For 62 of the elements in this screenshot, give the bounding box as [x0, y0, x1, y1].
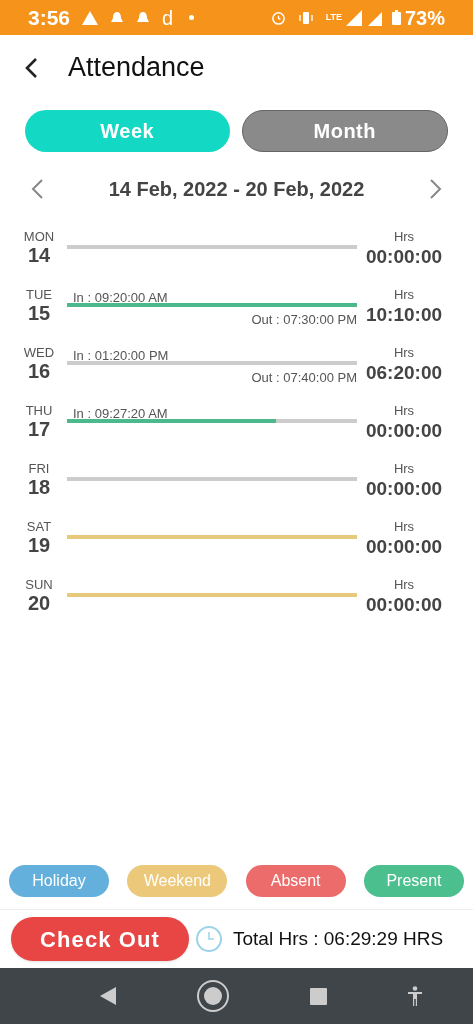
warning-icon	[82, 10, 99, 25]
lte-label: LTE	[325, 13, 342, 22]
dot-icon	[189, 15, 195, 20]
home-icon[interactable]	[196, 979, 230, 1013]
hours-value: 00:00:00	[365, 246, 443, 267]
next-icon[interactable]	[429, 178, 443, 200]
day-name: SUN	[25, 576, 53, 592]
battery-icon	[391, 10, 401, 25]
check-in-time: In : 09:20:00 AM	[73, 290, 168, 305]
day-date: 19	[27, 533, 51, 556]
signal-icon	[345, 9, 362, 26]
hours-label: Hrs	[393, 460, 415, 479]
hours-label: Hrs	[393, 576, 415, 595]
legend-chip: Weekend	[127, 865, 228, 897]
hours-value: 00:00:00	[365, 420, 443, 441]
check-out-time: Out : 07:30:00 PM	[251, 311, 357, 325]
bell-icon	[136, 10, 151, 25]
legend-chip: Absent	[245, 865, 346, 897]
hours-label: Hrs	[393, 228, 415, 247]
legend-chip: Present	[364, 865, 464, 897]
accessibility-icon[interactable]	[407, 986, 423, 1006]
day-date: 15	[27, 301, 51, 324]
check-in-time: In : 01:20:00 PM	[73, 348, 169, 363]
date-range: 14 Feb, 2022 - 20 Feb, 2022	[108, 177, 365, 202]
day-date: 20	[27, 591, 51, 614]
hours-value: 00:00:00	[365, 478, 443, 499]
check-out-time: Out : 07:40:00 PM	[251, 369, 357, 383]
app-letter: d	[162, 5, 174, 31]
check-in-time: In : 09:27:20 AM	[73, 406, 168, 421]
hours-value: 00:00:00	[365, 536, 443, 557]
clock-icon	[195, 925, 223, 953]
day-name: TUE	[26, 286, 52, 302]
hours-value: 10:10:00	[365, 304, 443, 325]
day-name: THU	[25, 402, 53, 418]
tab[interactable]: Month	[241, 110, 448, 152]
alarm-icon	[270, 10, 286, 25]
hours-label: Hrs	[393, 402, 415, 421]
page-title: Attendance	[68, 51, 205, 85]
hours-label: Hrs	[393, 344, 415, 363]
day-name: FRI	[28, 460, 50, 476]
hours-value: 06:20:00	[365, 362, 443, 383]
total-hours: Total Hrs : 06:29:29 HRS	[233, 926, 444, 951]
day-name: WED	[23, 344, 55, 360]
battery-percent: 73%	[404, 5, 445, 31]
hours-label: Hrs	[393, 518, 415, 537]
day-date: 17	[27, 417, 51, 440]
bell-icon	[110, 10, 125, 25]
day-name: SAT	[26, 518, 52, 534]
day-date: 14	[27, 243, 51, 266]
day-date: 16	[27, 359, 51, 382]
check-out-button[interactable]: Check Out	[11, 917, 189, 961]
legend-chip: Holiday	[9, 865, 109, 897]
status-time: 3:56	[28, 4, 71, 31]
tab[interactable]: Week	[25, 110, 230, 152]
recents-icon[interactable]	[310, 987, 327, 1005]
hours-value: 00:00:00	[365, 594, 443, 615]
previous-icon[interactable]	[30, 178, 44, 200]
hours-label: Hrs	[393, 286, 415, 305]
day-name: MON	[23, 228, 55, 244]
vibrate-icon	[297, 10, 314, 25]
back-icon[interactable]	[100, 987, 116, 1005]
day-date: 18	[27, 475, 51, 498]
